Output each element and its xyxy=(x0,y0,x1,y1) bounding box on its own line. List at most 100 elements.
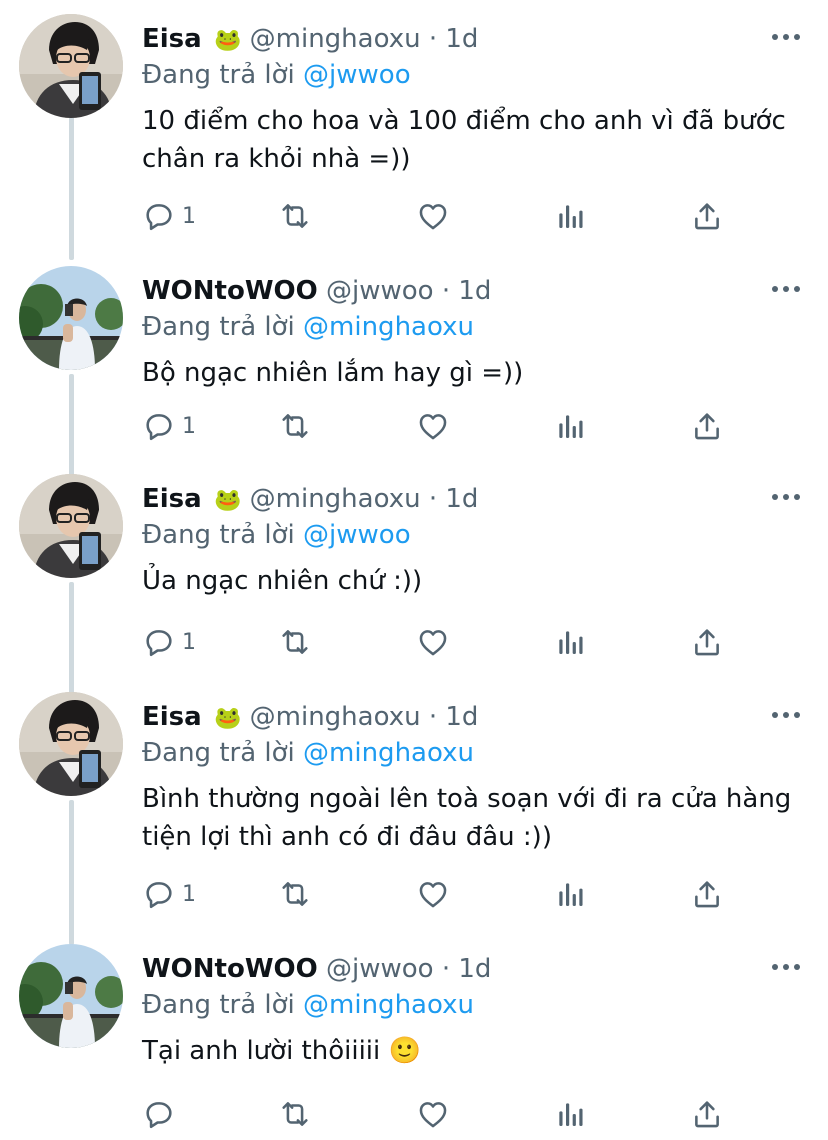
views-button[interactable] xyxy=(554,622,586,662)
analytics-icon xyxy=(554,199,586,233)
views-button[interactable] xyxy=(554,1094,586,1134)
reply-icon xyxy=(142,1097,176,1131)
avatar[interactable] xyxy=(19,692,123,796)
replying-to: Đang trả lời @minghaoxu xyxy=(142,988,474,1022)
name-emoji: 🐸 xyxy=(213,28,242,53)
like-button[interactable] xyxy=(416,406,450,446)
tweet-text-line: Tại anh lười thôiiiii 🙂 xyxy=(142,1036,421,1066)
retweet-button[interactable] xyxy=(276,1094,314,1134)
retweet-button[interactable] xyxy=(276,874,314,914)
retweet-icon xyxy=(276,1097,314,1131)
user-handle[interactable]: @minghaoxu xyxy=(250,484,421,514)
user-handle[interactable]: @minghaoxu xyxy=(250,24,421,54)
tweet-text: Bộ ngạc nhiên lắm hay gì =)) xyxy=(142,354,802,392)
like-button[interactable] xyxy=(416,1094,450,1134)
tweet-header: WONtoWOO @jwwoo · 1d xyxy=(142,952,491,986)
tweet-text-line: 10 điểm cho hoa và 100 điểm cho anh vì đ… xyxy=(142,106,786,136)
more-icon[interactable] xyxy=(772,286,800,294)
more-icon[interactable] xyxy=(772,964,800,972)
share-icon xyxy=(690,409,724,443)
heart-icon xyxy=(416,877,450,911)
tweet-header: Eisa 🐸 @minghaoxu · 1d xyxy=(142,482,478,518)
name-emoji: 🐸 xyxy=(213,488,242,513)
replying-label: Đang trả lời xyxy=(142,738,295,768)
share-button[interactable] xyxy=(690,196,724,236)
user-handle[interactable]: @jwwoo xyxy=(326,276,434,306)
analytics-icon xyxy=(554,1097,586,1131)
display-name[interactable]: Eisa xyxy=(142,702,202,732)
replying-label: Đang trả lời xyxy=(142,520,295,550)
thread-line xyxy=(69,112,74,260)
like-button[interactable] xyxy=(416,622,450,662)
avatar[interactable] xyxy=(19,944,123,1048)
share-button[interactable] xyxy=(690,622,724,662)
like-button[interactable] xyxy=(416,874,450,914)
display-name[interactable]: Eisa xyxy=(142,484,202,514)
user-handle[interactable]: @minghaoxu xyxy=(250,702,421,732)
share-button[interactable] xyxy=(690,406,724,446)
reply-count: 1 xyxy=(182,881,196,907)
display-name[interactable]: WONtoWOO xyxy=(142,276,318,306)
share-button[interactable] xyxy=(690,1094,724,1134)
action-bar: 1 xyxy=(142,874,742,914)
share-icon xyxy=(690,625,724,659)
timestamp[interactable]: 1d xyxy=(458,954,491,984)
tweet-text-line: chân ra khỏi nhà =)) xyxy=(142,144,411,174)
views-button[interactable] xyxy=(554,196,586,236)
user-handle[interactable]: @jwwoo xyxy=(326,954,434,984)
reply-button[interactable]: 1 xyxy=(142,874,196,914)
display-name[interactable]: Eisa xyxy=(142,24,202,54)
action-bar: 1 xyxy=(142,406,742,446)
reply-button[interactable]: 1 xyxy=(142,196,196,236)
separator-dot: · xyxy=(428,24,438,54)
more-icon[interactable] xyxy=(772,34,800,42)
thread-line xyxy=(69,582,74,696)
views-button[interactable] xyxy=(554,874,586,914)
separator-dot: · xyxy=(441,954,451,984)
reply-button[interactable]: 1 xyxy=(142,622,196,662)
replying-label: Đang trả lời xyxy=(142,60,295,90)
retweet-icon xyxy=(276,877,314,911)
avatar[interactable] xyxy=(19,14,123,118)
reply-icon xyxy=(142,409,176,443)
share-button[interactable] xyxy=(690,874,724,914)
mention-link[interactable]: @minghaoxu xyxy=(303,738,474,768)
tweet-text: 10 điểm cho hoa và 100 điểm cho anh vì đ… xyxy=(142,102,802,178)
mention-link[interactable]: @minghaoxu xyxy=(303,312,474,342)
reply-icon xyxy=(142,199,176,233)
reply-count: 1 xyxy=(182,413,196,439)
mention-link[interactable]: @jwwoo xyxy=(303,60,411,90)
action-bar: 1 xyxy=(142,622,742,662)
tweet-text: Tại anh lười thôiiiii 🙂 xyxy=(142,1032,802,1070)
timestamp[interactable]: 1d xyxy=(458,276,491,306)
retweet-button[interactable] xyxy=(276,406,314,446)
timestamp[interactable]: 1d xyxy=(445,484,478,514)
mention-link[interactable]: @minghaoxu xyxy=(303,990,474,1020)
separator-dot: · xyxy=(428,484,438,514)
avatar[interactable] xyxy=(19,474,123,578)
timestamp[interactable]: 1d xyxy=(445,702,478,732)
tweet-text-line: Ủa ngạc nhiên chứ :)) xyxy=(142,566,423,596)
retweet-icon xyxy=(276,199,314,233)
tweet-text: Ủa ngạc nhiên chứ :)) xyxy=(142,562,802,600)
more-icon[interactable] xyxy=(772,712,800,720)
reply-button[interactable]: 1 xyxy=(142,406,196,446)
mention-link[interactable]: @jwwoo xyxy=(303,520,411,550)
reply-button[interactable] xyxy=(142,1094,182,1134)
share-icon xyxy=(690,199,724,233)
timestamp[interactable]: 1d xyxy=(445,24,478,54)
replying-to: Đang trả lời @minghaoxu xyxy=(142,736,474,770)
retweet-button[interactable] xyxy=(276,196,314,236)
separator-dot: · xyxy=(428,702,438,732)
tweet-text-line: tiện lợi thì anh có đi đâu đâu :)) xyxy=(142,822,552,852)
views-button[interactable] xyxy=(554,406,586,446)
heart-icon xyxy=(416,409,450,443)
action-bar xyxy=(142,1094,742,1134)
retweet-button[interactable] xyxy=(276,622,314,662)
more-icon[interactable] xyxy=(772,494,800,502)
like-button[interactable] xyxy=(416,196,450,236)
display-name[interactable]: WONtoWOO xyxy=(142,954,318,984)
tweet-header: Eisa 🐸 @minghaoxu · 1d xyxy=(142,700,478,736)
reply-icon xyxy=(142,625,176,659)
avatar[interactable] xyxy=(19,266,123,370)
